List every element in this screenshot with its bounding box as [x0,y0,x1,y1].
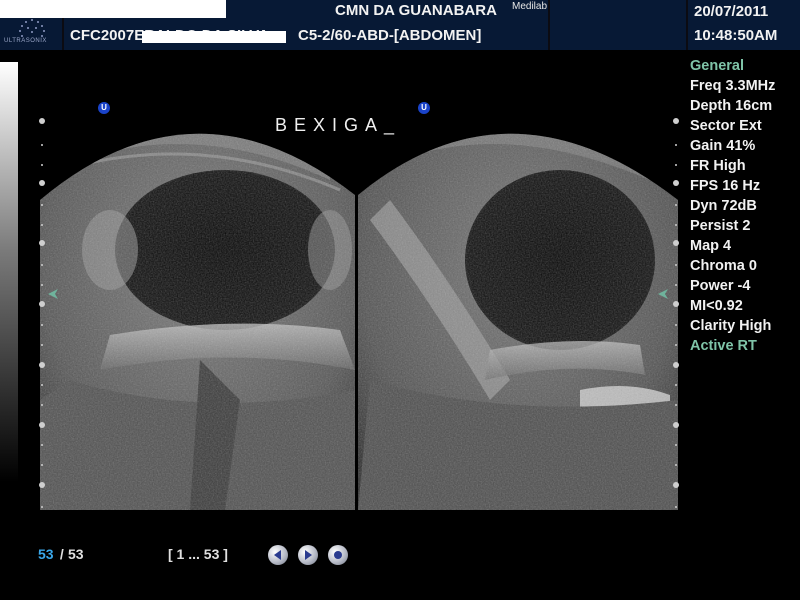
probe-marker-left: U [98,102,110,114]
param-freq: Freq 3.3MHz [690,78,776,94]
param-map: Map 4 [690,238,732,254]
param-depth: Depth 16cm [690,98,773,114]
probe-preset: C5-2/60-ABD-[ABDOMEN] [298,27,482,44]
header-divider [548,0,550,50]
param-gain: Gain 41% [690,138,756,154]
param-title: General [690,58,744,74]
header-divider [686,0,688,50]
play-button[interactable] [298,545,318,565]
previous-frame-icon [274,550,281,560]
facility-name: CMN DA GUANABARA [335,2,497,19]
cine-separator: / [56,546,68,562]
play-icon [305,550,312,560]
stop-icon [334,551,342,559]
stop-button[interactable] [328,545,348,565]
logo-text: ULTRASONIX [4,38,47,44]
param-chroma: Chroma 0 [690,258,757,274]
ultrasound-image [40,100,680,510]
cine-current-frame: 53 [38,546,54,562]
orientation-marker-icon [48,289,58,299]
right-sector [358,133,678,510]
param-persist: Persist 2 [690,218,751,234]
param-frame-rate: FR High [690,158,746,174]
exam-date: 20/07/2011 [694,3,769,20]
redaction-box [0,0,226,18]
probe-marker-right: U [418,102,430,114]
orientation-marker-icon [658,289,668,299]
cine-total-frames: 53 [68,546,84,562]
cine-range[interactable]: [ 1 ... 53 ] [168,546,228,562]
param-sector: Sector Ext [690,118,762,134]
left-sector [40,133,355,510]
grayscale-bar [0,62,18,482]
param-dynamic-range: Dyn 72dB [690,198,757,214]
logo: ULTRASONIX [2,14,62,46]
brand-label: Medilab [512,1,548,12]
param-clarity: Clarity High [690,318,772,334]
scan-status: Active RT [690,338,757,354]
param-fps: FPS 16 Hz [690,178,761,194]
param-power: Power -4 [690,278,751,294]
param-mi: MI<0.92 [690,298,743,314]
redaction-box [142,31,286,43]
previous-frame-button[interactable] [268,545,288,565]
exam-time: 10:48:50AM [694,27,778,44]
image-annotation: BEXIGA_ [275,115,402,135]
